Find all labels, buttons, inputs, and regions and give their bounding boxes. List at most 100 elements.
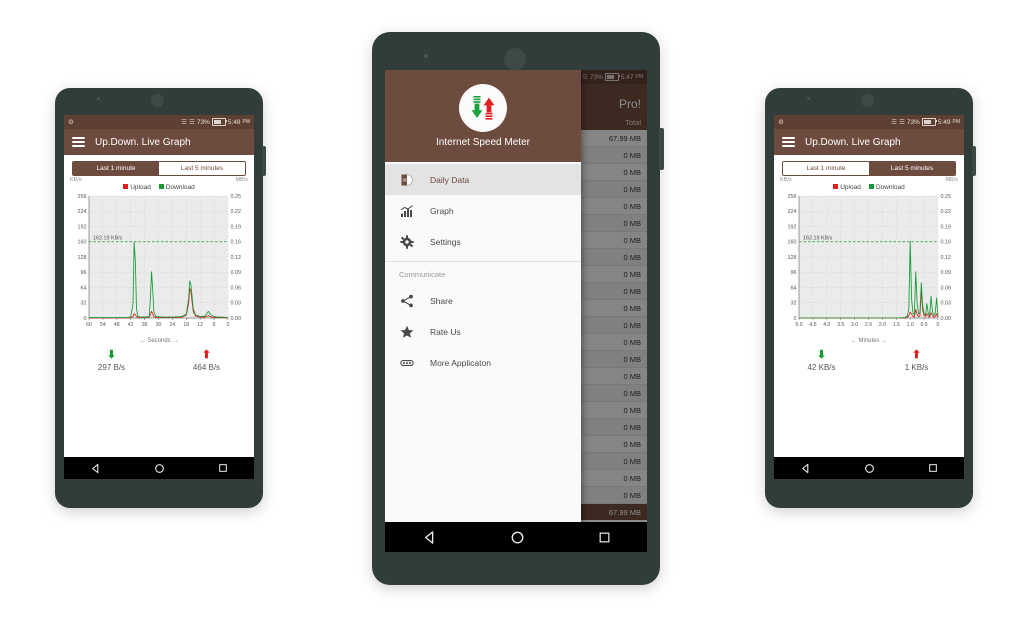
unit-row-left: KB/s MB/s xyxy=(64,176,254,183)
bar-chart-icon xyxy=(399,203,414,218)
live-graph-svg-left: 162.19 KB/s 0 32 64 96 128 160 192 224 256 0.00 0.0… xyxy=(78,194,242,328)
drawer-item-label-rate-us: Rate Us xyxy=(430,326,461,337)
phone-right-side-button xyxy=(972,146,976,176)
drawer-item-graph[interactable]: Graph xyxy=(385,195,581,226)
svg-text:5.0: 5.0 xyxy=(795,322,802,328)
drawer-header: Internet Speed Meter xyxy=(385,70,581,162)
svg-text:96: 96 xyxy=(81,270,87,276)
upload-arrow-icon: ⬆ xyxy=(201,349,212,361)
battery-percent-right: 73% xyxy=(906,118,920,126)
back-triangle-icon-center[interactable] xyxy=(422,530,437,545)
drawer-item-rate-us[interactable]: Rate Us xyxy=(385,316,581,347)
drawer-item-more-application[interactable]: More Applicaton xyxy=(385,347,581,378)
back-triangle-icon-right[interactable] xyxy=(800,463,811,474)
battery-icon-left xyxy=(211,118,227,126)
svg-text:0.09: 0.09 xyxy=(941,270,952,276)
legend-download: Download xyxy=(158,184,195,191)
battery-icon-right xyxy=(921,118,937,126)
navigation-drawer: Internet Speed Meter 00 Daily Data Graph… xyxy=(385,70,581,552)
recents-square-icon-right[interactable] xyxy=(928,463,938,473)
y2-axis-unit-right: MB/s xyxy=(945,177,958,183)
svg-text:0.00: 0.00 xyxy=(231,316,242,322)
svg-text:224: 224 xyxy=(788,209,797,215)
svg-text:42: 42 xyxy=(128,322,134,328)
svg-text:0.19: 0.19 xyxy=(941,224,952,230)
svg-text:36: 36 xyxy=(142,322,148,328)
drawer-section-communicate: Communicate xyxy=(399,270,446,279)
drawer-item-label-share: Share xyxy=(430,295,453,306)
drawer-item-share[interactable]: Share xyxy=(385,285,581,316)
phone-right-speaker xyxy=(861,94,874,107)
svg-text:224: 224 xyxy=(78,209,87,215)
tab-last-5-minutes[interactable]: Last 5 minutes xyxy=(159,162,245,175)
download-stat-right: ⬇ 42 KB/s xyxy=(774,350,869,373)
app-bar-right: Up.Down. Live Graph xyxy=(774,129,964,155)
svg-text:0.00: 0.00 xyxy=(941,316,952,322)
svg-text:1.0: 1.0 xyxy=(907,322,914,328)
svg-text:12: 12 xyxy=(197,322,203,328)
battery-percent-left: 73% xyxy=(196,118,210,126)
svg-text:0.09: 0.09 xyxy=(231,270,242,276)
svg-text:0.19: 0.19 xyxy=(231,224,242,230)
svg-text:24: 24 xyxy=(170,322,176,328)
tab-last-1-minute-right[interactable]: Last 1 minute xyxy=(783,162,869,175)
phone-center-sensor xyxy=(424,54,428,58)
drawer-item-label-daily-data: Daily Data xyxy=(430,174,470,185)
drawer-menu-list: 00 Daily Data Graph Settings Communicate… xyxy=(385,162,581,552)
clock-right: 5:49 xyxy=(937,118,951,126)
svg-text:162.19 KB/s: 162.19 KB/s xyxy=(803,235,833,241)
upload-speed-value-right: 1 KB/s xyxy=(904,363,929,372)
svg-text:160: 160 xyxy=(78,240,87,246)
drawer-item-daily-data[interactable]: 00 Daily Data xyxy=(385,164,581,195)
home-circle-icon-center[interactable] xyxy=(510,530,525,545)
time-range-tabs-left: Last 1 minute Last 5 minutes xyxy=(72,161,246,176)
svg-text:0.16: 0.16 xyxy=(941,240,952,246)
svg-text:0: 0 xyxy=(937,322,940,328)
y2-axis-unit-left: MB/s xyxy=(235,177,248,183)
svg-text:0: 0 xyxy=(227,322,230,328)
chart-legend-right: Upload Download xyxy=(774,184,964,191)
svg-text:128: 128 xyxy=(78,255,87,261)
svg-text:54: 54 xyxy=(100,322,106,328)
svg-text:64: 64 xyxy=(791,285,797,291)
svg-text:4.0: 4.0 xyxy=(823,322,830,328)
usb-debug-icon-right: ⚙ xyxy=(778,119,784,126)
time-range-tabs-right: Last 1 minute Last 5 minutes xyxy=(782,161,956,176)
signal-bars-icon-2: ☰ xyxy=(189,119,195,126)
drawer-item-label-graph: Graph xyxy=(430,205,454,216)
clock-left: 5:48 xyxy=(227,118,241,126)
page-title: Up.Down. Live Graph xyxy=(95,136,191,148)
svg-text:192: 192 xyxy=(78,224,87,230)
svg-text:32: 32 xyxy=(791,301,797,307)
svg-text:2.5: 2.5 xyxy=(865,322,872,328)
svg-text:2.0: 2.0 xyxy=(879,322,886,328)
download-arrow-icon: ⬇ xyxy=(106,349,117,361)
svg-text:3.5: 3.5 xyxy=(837,322,844,328)
svg-text:0.5: 0.5 xyxy=(920,322,927,328)
svg-text:1.5: 1.5 xyxy=(893,322,900,328)
tab-last-5-minutes-right[interactable]: Last 5 minutes xyxy=(869,162,955,175)
unit-row-right: KB/s MB/s xyxy=(774,176,964,183)
hamburger-menu-icon-right[interactable] xyxy=(782,137,795,147)
phone-left-speaker xyxy=(151,94,164,107)
back-triangle-icon[interactable] xyxy=(90,463,101,474)
hamburger-menu-icon[interactable] xyxy=(72,137,85,147)
drawer-item-settings[interactable]: Settings xyxy=(385,226,581,257)
tab-last-1-minute[interactable]: Last 1 minute xyxy=(73,162,159,175)
home-circle-icon[interactable] xyxy=(154,463,165,474)
chart-plot-left: 162.19 KB/s 0 32 64 96 128 160 192 224 256 0.00 0.0… xyxy=(68,192,250,340)
svg-text:256: 256 xyxy=(788,194,797,200)
svg-text:0.22: 0.22 xyxy=(941,209,952,215)
download-speed-value: 297 B/s xyxy=(97,363,126,372)
chart-plot-right: 162.19 KB/s 0 32 64 96 128 160 192 224 256 0.00 0.0… xyxy=(778,192,960,340)
phone-center-screen: ▣ ⚙ ☰ ☰ 73% 5:47 PM Pro! Total 67.99 MB0… xyxy=(385,70,647,552)
app-bar-left: Up.Down. Live Graph xyxy=(64,129,254,155)
phone-center-speaker xyxy=(504,48,526,70)
recents-square-icon-center[interactable] xyxy=(598,531,611,544)
daily-data-icon: 00 xyxy=(399,172,414,187)
more-apps-icon xyxy=(399,355,414,370)
home-circle-icon-right[interactable] xyxy=(864,463,875,474)
recents-square-icon[interactable] xyxy=(218,463,228,473)
gear-icon xyxy=(399,234,414,249)
chart-legend-left: Upload Download xyxy=(64,184,254,191)
